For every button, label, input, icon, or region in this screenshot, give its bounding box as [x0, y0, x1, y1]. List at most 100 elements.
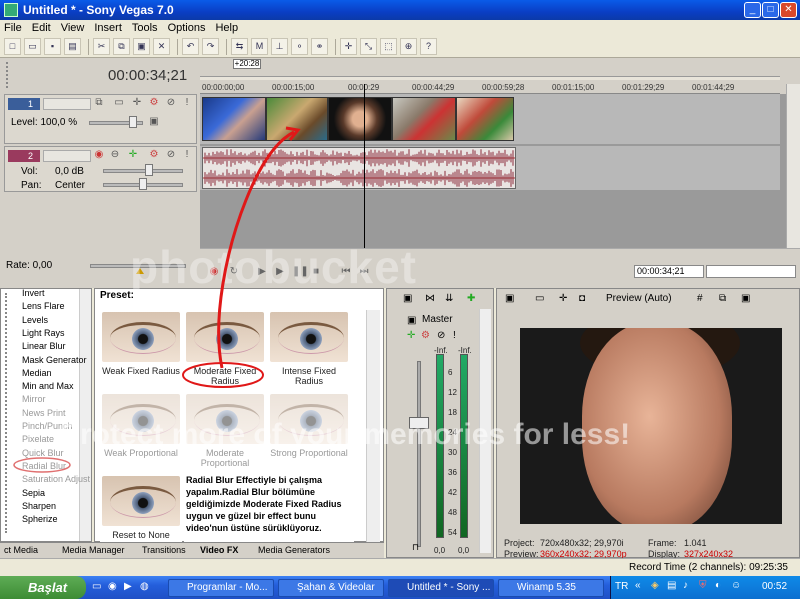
quicklaunch-firefox-icon[interactable]: ◍: [140, 581, 149, 592]
dim-output-icon[interactable]: ⇊: [445, 293, 453, 304]
delete-icon[interactable]: ✕: [153, 38, 170, 55]
minimize-button[interactable]: _: [744, 2, 761, 18]
tab-explorer[interactable]: ct Media: [4, 545, 38, 555]
go-to-end-icon[interactable]: ⏭: [358, 266, 370, 278]
fx-list-item[interactable]: Lens Flare: [22, 301, 65, 311]
tab-video-fx[interactable]: Video FX: [200, 545, 238, 555]
taskbar-item-programlar[interactable]: Programlar - Mo...: [168, 579, 274, 597]
menu-file[interactable]: File: [4, 22, 22, 34]
video-clip[interactable]: [266, 97, 328, 141]
invert-phase-icon[interactable]: ⊖: [109, 149, 121, 161]
track-fx-icon[interactable]: ⚙: [148, 97, 160, 109]
overlays-icon[interactable]: #: [697, 293, 703, 304]
fx-list-item[interactable]: Pixelate: [22, 434, 54, 444]
close-button[interactable]: ✕: [780, 2, 797, 18]
fx-list-item[interactable]: Sharpen: [22, 501, 56, 511]
tray-update-icon[interactable]: ◐: [715, 580, 721, 591]
track-envelope-icon[interactable]: ✛: [127, 149, 139, 161]
parent-compositing-icon[interactable]: ✛: [131, 97, 143, 109]
selection-length-field[interactable]: [706, 265, 796, 278]
normal-edit-tool-icon[interactable]: ✛: [340, 38, 357, 55]
language-indicator[interactable]: TR: [615, 581, 628, 592]
ripple-icon[interactable]: ⊥: [271, 38, 288, 55]
menu-edit[interactable]: Edit: [32, 22, 51, 34]
master-mute-icon[interactable]: ⊘: [437, 330, 445, 341]
video-clip[interactable]: [202, 97, 266, 141]
timeline-vscrollbar[interactable]: [786, 84, 800, 248]
go-to-start-icon[interactable]: ⏮: [340, 266, 352, 278]
menu-tools[interactable]: Tools: [132, 22, 158, 34]
envelope-tool-icon[interactable]: ⤡: [360, 38, 377, 55]
selection-tool-icon[interactable]: ⬚: [380, 38, 397, 55]
composite-mode-icon[interactable]: ▭: [113, 97, 125, 109]
volume-slider[interactable]: [103, 169, 183, 173]
level-slider-knob[interactable]: [129, 116, 137, 128]
menu-insert[interactable]: Insert: [94, 22, 122, 34]
tray-volume-icon[interactable]: ♪: [683, 580, 688, 591]
taskbar-item-winamp[interactable]: Winamp 5.35: [498, 579, 604, 597]
preset-thumbnail[interactable]: Weak Fixed Radius: [100, 310, 182, 388]
properties-icon[interactable]: ▤: [64, 38, 81, 55]
record-icon[interactable]: ◉: [208, 266, 220, 278]
track-name-field[interactable]: [43, 150, 91, 162]
preset-scrollbar[interactable]: [366, 310, 380, 542]
quicklaunch-browser-icon[interactable]: ◉: [108, 581, 117, 592]
downmix-icon[interactable]: ⋈: [425, 293, 435, 304]
audio-clip[interactable]: [202, 147, 516, 189]
taskbar-item-vegas[interactable]: Untitled * - Sony ...: [388, 579, 494, 597]
copy-icon[interactable]: ⧉: [113, 38, 130, 55]
video-clip[interactable]: [456, 97, 514, 141]
solo-icon[interactable]: !: [181, 97, 193, 109]
fx-list-item[interactable]: Min and Max: [22, 381, 74, 391]
fx-list-item[interactable]: Mask Generator: [22, 355, 87, 365]
maximize-button[interactable]: □: [762, 2, 779, 18]
tray-arrow-icon[interactable]: «: [635, 580, 641, 591]
fx-list-item[interactable]: Light Rays: [22, 328, 65, 338]
mute-icon[interactable]: ⊘: [165, 149, 177, 161]
zoom-tool-icon[interactable]: ⊕: [400, 38, 417, 55]
tab-media-manager[interactable]: Media Manager: [62, 545, 125, 555]
master-fx-chain-icon[interactable]: ⚙: [421, 330, 430, 341]
master-envelope-icon[interactable]: ✛: [407, 330, 415, 341]
loop-region-bar[interactable]: [200, 76, 780, 80]
preset-thumbnail[interactable]: Intense Fixed Radius: [268, 310, 350, 388]
tray-app-icon[interactable]: ◈: [651, 580, 659, 591]
timeline-ruler[interactable]: +20:28 00:00:00;00 00:00:15;00 00:00:29 …: [200, 58, 780, 94]
fx-list-item[interactable]: Linear Blur: [22, 341, 66, 351]
play-icon[interactable]: ▶: [274, 266, 286, 278]
insert-bus-icon[interactable]: ✚: [467, 293, 475, 304]
quicklaunch-desktop-icon[interactable]: ▭: [92, 581, 101, 592]
video-track-lane[interactable]: [200, 94, 780, 144]
redo-icon[interactable]: ↷: [202, 38, 219, 55]
preview-properties-icon[interactable]: ▣: [505, 293, 514, 304]
preview-quality-icon[interactable]: ◘: [579, 293, 585, 304]
tab-media-generators[interactable]: Media Generators: [258, 545, 330, 555]
audio-track-header[interactable]: 2 ◉ ⊖ ✛ ⚙ ⊘ ! Vol: 0,0 dB Pan: Center: [4, 146, 197, 192]
cut-icon[interactable]: ✂: [93, 38, 110, 55]
menu-help[interactable]: Help: [215, 22, 238, 34]
fx-list-item[interactable]: Spherize: [22, 514, 58, 524]
paste-icon[interactable]: ▣: [133, 38, 150, 55]
tray-network-icon[interactable]: ▤: [667, 580, 676, 591]
tray-messenger-icon[interactable]: ☺: [731, 580, 741, 591]
auto-crossfade-icon[interactable]: M: [251, 38, 268, 55]
split-screen-icon[interactable]: ✛: [559, 293, 567, 304]
fx-list-item[interactable]: Pinch/Punch: [22, 421, 73, 431]
motion-icon[interactable]: ⧉: [93, 97, 105, 109]
mixer-properties-icon[interactable]: ▣: [403, 293, 412, 304]
mixer-scrollbar[interactable]: [479, 309, 491, 553]
fx-list-scrollbar[interactable]: [79, 289, 91, 541]
new-icon[interactable]: □: [4, 38, 21, 55]
external-monitor-icon[interactable]: ▭: [535, 293, 544, 304]
solo-icon[interactable]: !: [181, 149, 193, 161]
loop-playback-icon[interactable]: ↻: [228, 266, 240, 278]
track-fx-icon[interactable]: ⚙: [148, 149, 160, 161]
master-fx-icon[interactable]: ▣: [407, 315, 416, 326]
save-snapshot-icon[interactable]: ▣: [741, 293, 750, 304]
pan-slider-knob[interactable]: [139, 178, 147, 190]
lock-envelopes-icon[interactable]: ⚬: [291, 38, 308, 55]
fx-list-item[interactable]: Invert: [22, 288, 45, 298]
video-clip[interactable]: [328, 97, 392, 141]
video-clip[interactable]: [392, 97, 456, 141]
menu-view[interactable]: View: [61, 22, 85, 34]
